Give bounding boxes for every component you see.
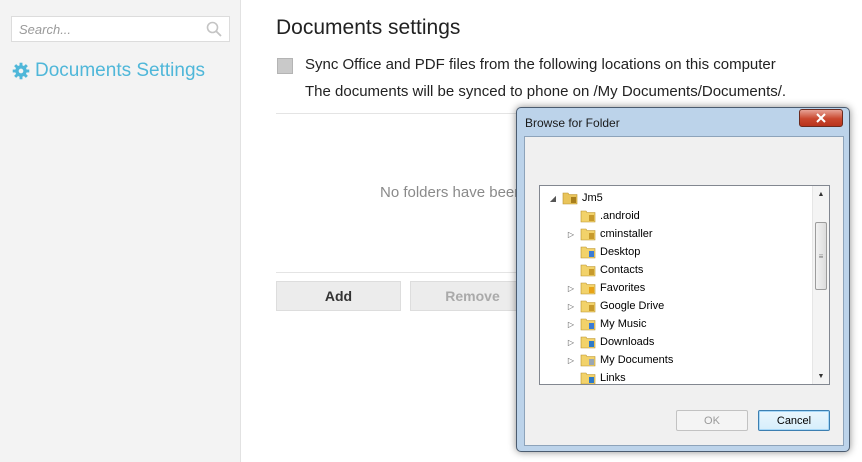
dialog-close-button[interactable] bbox=[799, 109, 843, 127]
expand-arrow-icon[interactable]: ▷ bbox=[566, 338, 576, 347]
tree-item-label: Google Drive bbox=[600, 300, 665, 312]
gear-icon bbox=[12, 62, 30, 80]
sync-note: The documents will be synced to phone on… bbox=[305, 83, 787, 100]
tree-item[interactable]: ▷ My Music bbox=[566, 315, 646, 333]
tree-item[interactable]: ▷ Downloads bbox=[566, 333, 654, 351]
music-folder-icon bbox=[580, 318, 596, 331]
tree-item[interactable]: Links bbox=[566, 369, 626, 384]
tree-item-label: Contacts bbox=[600, 264, 644, 276]
ok-button[interactable]: OK bbox=[676, 410, 748, 431]
page-title: Documents settings bbox=[276, 16, 461, 39]
close-icon bbox=[816, 113, 826, 123]
scroll-down-icon[interactable]: ▼ bbox=[813, 368, 829, 384]
tree-item-label: Jm5 bbox=[582, 192, 603, 204]
expand-arrow-icon[interactable]: ▷ bbox=[566, 320, 576, 329]
scroll-up-icon[interactable]: ▲ bbox=[813, 186, 829, 202]
expand-arrow-icon[interactable]: ▷ bbox=[566, 284, 576, 293]
tree-item[interactable]: ◢ Jm5 bbox=[548, 189, 603, 207]
tree-item-label: Favorites bbox=[600, 282, 646, 294]
search-input[interactable]: Search... bbox=[11, 16, 230, 42]
tree-item[interactable]: ▷ Favorites bbox=[566, 279, 645, 297]
search-placeholder: Search... bbox=[19, 22, 72, 37]
sidebar-item-documents-settings[interactable]: Documents Settings bbox=[12, 58, 205, 84]
links-folder-icon bbox=[580, 372, 596, 384]
tree-item[interactable]: ▷ My Documents bbox=[566, 351, 673, 369]
tree-item-label: cminstaller bbox=[600, 228, 653, 240]
sync-checkbox-label: Sync Office and PDF files from the follo… bbox=[305, 56, 776, 73]
tree-item-label: My Music bbox=[600, 318, 647, 330]
documents-folder-icon bbox=[580, 354, 596, 367]
expand-arrow-icon[interactable]: ▷ bbox=[566, 230, 576, 239]
tree-item[interactable]: ▷ cminstaller bbox=[566, 225, 653, 243]
sidebar-item-label: Documents Settings bbox=[35, 60, 206, 81]
tree-item[interactable]: Desktop bbox=[566, 243, 640, 261]
tree-item[interactable]: Contacts bbox=[566, 261, 643, 279]
desktop-folder-icon bbox=[580, 246, 596, 259]
tree-item-label: Links bbox=[600, 372, 626, 384]
user-folder-icon bbox=[562, 192, 578, 205]
folder-icon bbox=[580, 210, 596, 223]
add-button[interactable]: Add bbox=[276, 281, 401, 311]
browse-folder-dialog: Browse for Folder ◢ Jm5 .android ▷ cminstall… bbox=[516, 107, 850, 452]
search-icon[interactable] bbox=[205, 20, 223, 38]
contacts-folder-icon bbox=[580, 264, 596, 277]
expand-arrow-icon[interactable]: ▷ bbox=[566, 356, 576, 365]
downloads-folder-icon bbox=[580, 336, 596, 349]
folder-tree[interactable]: ◢ Jm5 .android ▷ cminstaller Desktop Contacts ▷… bbox=[539, 185, 830, 385]
expand-arrow-icon[interactable]: ▷ bbox=[566, 302, 576, 311]
folder-icon bbox=[580, 300, 596, 313]
dialog-title: Browse for Folder bbox=[525, 116, 620, 130]
scroll-thumb[interactable]: ≡ bbox=[815, 222, 827, 290]
collapse-arrow-icon[interactable]: ◢ bbox=[548, 194, 558, 203]
tree-item[interactable]: .android bbox=[566, 207, 640, 225]
tree-item-label: Downloads bbox=[600, 336, 655, 348]
tree-item[interactable]: ▷ Google Drive bbox=[566, 297, 664, 315]
favorites-folder-icon bbox=[580, 282, 596, 295]
cancel-button[interactable]: Cancel bbox=[758, 410, 830, 431]
dialog-body: ◢ Jm5 .android ▷ cminstaller Desktop Contacts ▷… bbox=[524, 136, 844, 446]
folder-icon bbox=[580, 228, 596, 241]
tree-item-label: My Documents bbox=[600, 354, 674, 366]
sidebar: Search... Documents Settings bbox=[0, 0, 241, 462]
tree-scrollbar[interactable]: ▲ ≡ ▼ bbox=[812, 186, 829, 384]
sync-checkbox[interactable] bbox=[277, 58, 293, 74]
tree-item-label: Desktop bbox=[600, 246, 641, 258]
tree-item-label: .android bbox=[600, 210, 640, 222]
